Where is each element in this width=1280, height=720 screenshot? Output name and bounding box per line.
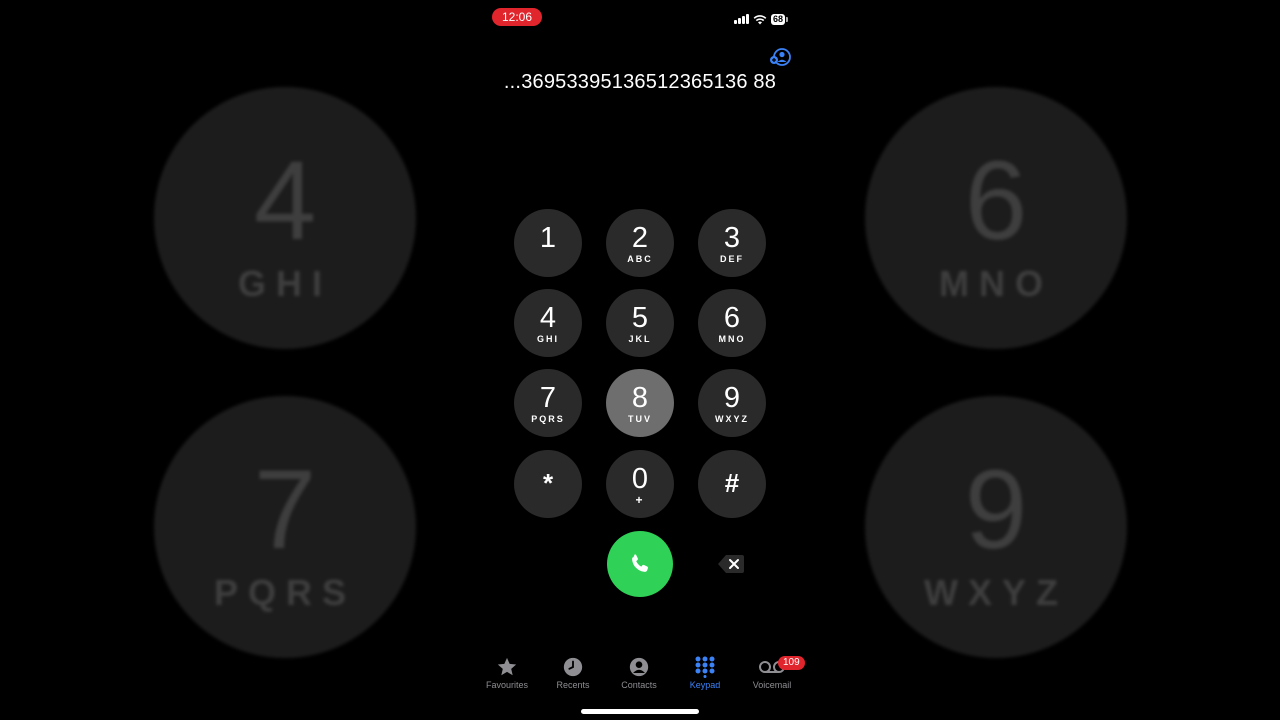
wifi-icon <box>753 14 767 24</box>
background-key-6: 6 MNO <box>865 87 1127 349</box>
background-key-digit: 6 <box>964 138 1028 263</box>
key-letters: DEF <box>720 254 744 264</box>
key-letters: GHI <box>536 334 559 344</box>
key-letters: PQRS <box>531 414 565 424</box>
star-icon <box>497 657 517 676</box>
key-digit: 2 <box>631 222 649 254</box>
phone-icon <box>632 554 649 572</box>
tab-bar: Favourites Recents Contacts Keypad Voice… <box>480 654 805 698</box>
key-1[interactable]: 1 <box>514 209 582 277</box>
key-digit: 4 <box>539 302 557 334</box>
background-key-letters: WXYZ <box>924 572 1068 613</box>
background-key-letters: PQRS <box>213 572 357 613</box>
signal-icon <box>734 14 749 24</box>
tab-label: Contacts <box>621 680 657 690</box>
background-key-digit: 9 <box>964 447 1028 572</box>
key-letters: + <box>635 493 645 507</box>
dialed-number: ...36953395136512365136 88 <box>503 71 777 93</box>
key-digit: # <box>724 468 740 498</box>
status-time[interactable]: 12:06 <box>492 8 542 26</box>
status-indicators: 68 <box>734 12 789 26</box>
key-2[interactable]: 2 ABC <box>606 209 674 277</box>
clock-icon <box>563 657 583 677</box>
background-key-9: 9 WXYZ <box>865 396 1127 658</box>
key-4[interactable]: 4 GHI <box>514 289 582 357</box>
tab-favourites[interactable]: Favourites <box>475 654 539 690</box>
key-0[interactable]: 0 + <box>606 450 674 518</box>
key-3[interactable]: 3 DEF <box>698 209 766 277</box>
key-9[interactable]: 9 WXYZ <box>698 369 766 437</box>
key-letters: MNO <box>718 334 746 344</box>
home-indicator[interactable] <box>581 709 699 714</box>
battery-icon: 68 <box>771 13 789 25</box>
key-letters: TUV <box>628 414 652 424</box>
background-key-7: 7 PQRS <box>154 396 416 658</box>
voicemail-badge: 109 <box>778 656 805 670</box>
key-8[interactable]: 8 TUV <box>606 369 674 437</box>
key-digit: 5 <box>631 302 649 334</box>
tab-label: Voicemail <box>752 680 792 690</box>
background-key-digit: 4 <box>253 138 317 263</box>
tab-keypad[interactable]: Keypad <box>673 654 737 690</box>
call-button[interactable] <box>607 531 673 597</box>
background-key-digit: 7 <box>253 447 317 572</box>
key-letters: WXYZ <box>715 414 749 424</box>
tab-label: Recents <box>556 680 590 690</box>
key-letters: JKL <box>628 334 652 344</box>
key-letters: ABC <box>627 254 653 264</box>
key-digit: 0 <box>631 463 649 495</box>
key-star[interactable]: * <box>514 450 582 518</box>
key-7[interactable]: 7 PQRS <box>514 369 582 437</box>
keypad-icon <box>695 656 715 678</box>
tab-label: Keypad <box>689 680 721 690</box>
key-digit: 1 <box>539 222 557 254</box>
key-digit: 8 <box>631 382 649 414</box>
add-contact-icon[interactable] <box>769 47 791 67</box>
background-key-letters: GHI <box>237 263 332 304</box>
key-digit: * <box>542 468 554 498</box>
key-digit: 9 <box>723 382 741 414</box>
tab-label: Favourites <box>485 680 529 690</box>
key-6[interactable]: 6 MNO <box>698 289 766 357</box>
key-digit: 3 <box>723 222 741 254</box>
key-digit: 6 <box>723 302 741 334</box>
person-circle-icon <box>629 657 649 677</box>
tab-contacts[interactable]: Contacts <box>607 654 671 690</box>
tab-voicemail[interactable]: Voicemail 109 <box>740 654 805 690</box>
background-key-letters: MNO <box>939 263 1053 304</box>
key-hash[interactable]: # <box>698 450 766 518</box>
key-digit: 7 <box>539 382 557 414</box>
tab-recents[interactable]: Recents <box>541 654 605 690</box>
backspace-icon[interactable] <box>717 554 745 574</box>
background-key-4: 4 GHI <box>154 87 416 349</box>
key-5[interactable]: 5 JKL <box>606 289 674 357</box>
